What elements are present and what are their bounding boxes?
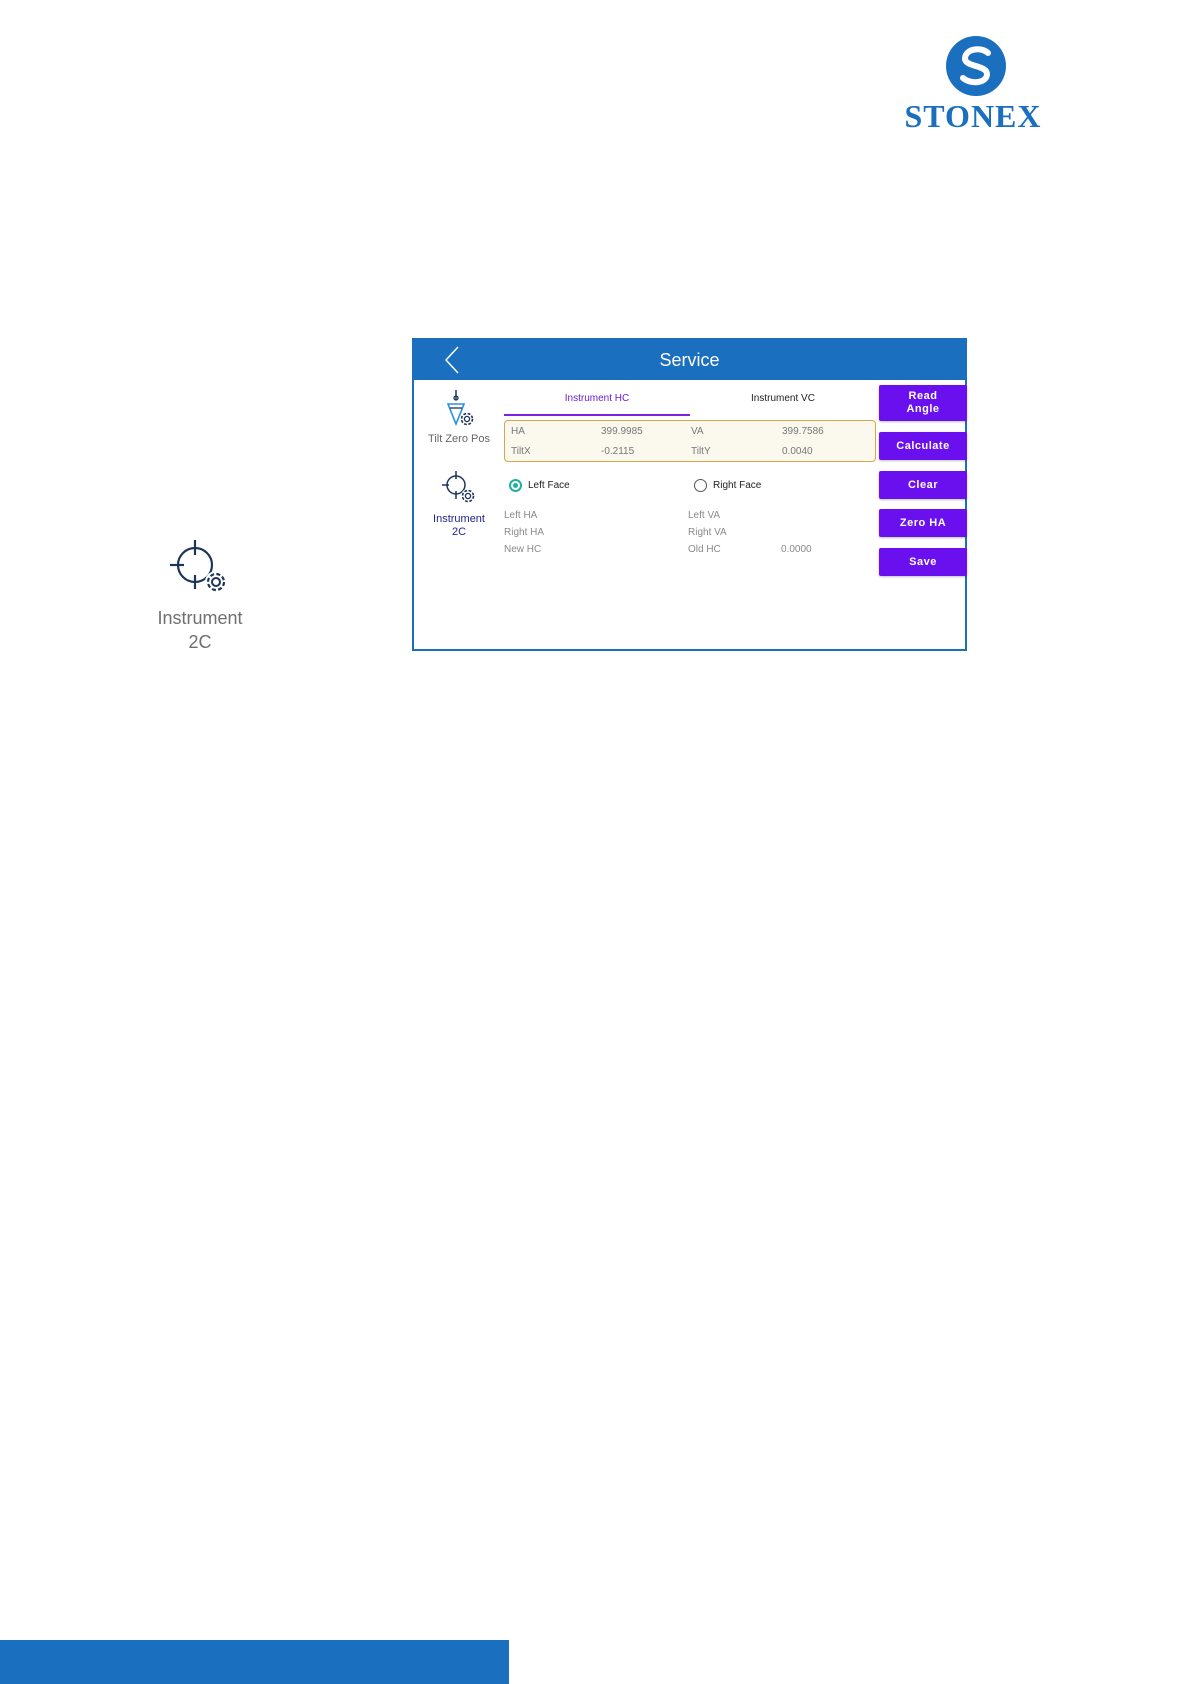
left-face-radio[interactable]: Left Face [509, 478, 629, 494]
readings-box: HA 399.9985 VA 399.7586 TiltX -0.2115 Ti… [504, 420, 876, 462]
old-hc-value: 0.0000 [781, 544, 812, 555]
va-value: 399.7586 [782, 426, 824, 437]
new-hc-label: New HC [504, 544, 542, 555]
plumb-gear-icon [446, 390, 474, 427]
side-item-instrument-2c[interactable]: Instrument 2C [414, 468, 504, 539]
tilty-value: 0.0040 [782, 446, 813, 457]
radio-unchecked-icon [694, 479, 707, 492]
crosshair-gear-icon [442, 471, 475, 503]
right-ha-label: Right HA [504, 527, 545, 538]
read-angle-button[interactable]: Read Angle [879, 385, 967, 421]
old-hc-label: Old HC [688, 544, 721, 555]
tab-instrument-hc[interactable]: Instrument HC [504, 390, 690, 416]
logo-text: STONEX [904, 98, 1042, 134]
ha-label: HA [511, 426, 525, 437]
tab-bar: Instrument HC Instrument VC [504, 390, 876, 416]
side-item-label-line2: 2C [451, 526, 467, 538]
service-screen: Service Tilt Zero Pos Instrument 2C Inst… [412, 338, 967, 651]
ha-value: 399.9985 [601, 426, 643, 437]
left-face-label: Left Face [528, 480, 570, 491]
va-label: VA [691, 426, 704, 437]
right-face-label: Right Face [713, 480, 762, 491]
tiltx-value: -0.2115 [601, 446, 635, 457]
calculate-button[interactable]: Calculate [879, 432, 967, 460]
radio-checked-icon [509, 479, 522, 492]
side-item-tilt-zero-pos[interactable]: Tilt Zero Pos [414, 388, 504, 446]
tab-instrument-vc[interactable]: Instrument VC [690, 390, 876, 416]
left-va-label: Left VA [688, 510, 721, 521]
read-angle-line1: Read [908, 390, 938, 402]
side-item-label-line1: Instrument [433, 513, 485, 525]
page-title: Service [659, 350, 720, 370]
footer-bar [0, 1640, 509, 1684]
save-button[interactable]: Save [879, 548, 967, 576]
right-face-radio[interactable]: Right Face [694, 478, 814, 494]
tiltx-label: TiltX [511, 446, 531, 457]
big-icon-label-line2: 2C [188, 632, 212, 652]
stonex-logo: STONEX [898, 36, 1048, 136]
stonex-logo-icon [946, 36, 1006, 96]
instrument-2c-large-icon-block: Instrument 2C [150, 535, 250, 655]
tilty-label: TiltY [691, 446, 711, 457]
side-item-label: Tilt Zero Pos [428, 433, 490, 445]
clear-button[interactable]: Clear [879, 471, 967, 499]
big-icon-label-line1: Instrument [157, 608, 243, 628]
zero-ha-button[interactable]: Zero HA [879, 509, 967, 537]
title-bar: Service [414, 340, 965, 380]
crosshair-gear-icon [170, 540, 227, 593]
right-va-label: Right VA [688, 527, 727, 538]
left-ha-label: Left HA [504, 510, 538, 521]
read-angle-line2: Angle [906, 403, 940, 415]
